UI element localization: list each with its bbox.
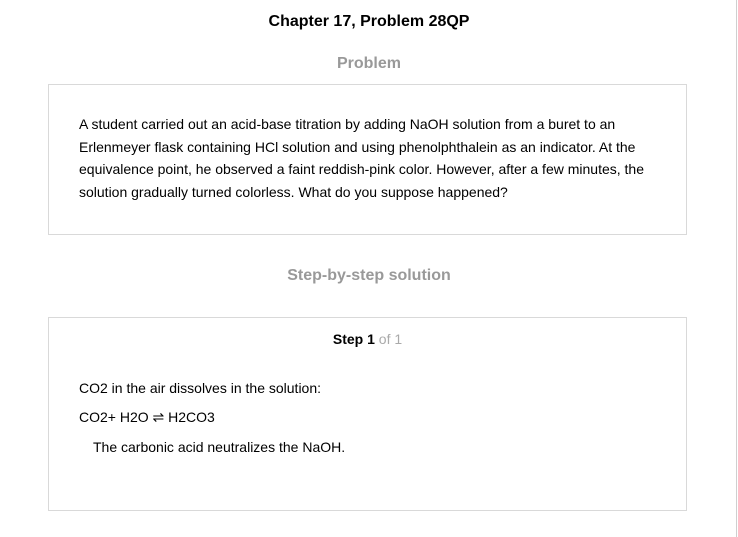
chemical-equation: CO2+ H2O ⇌ H2CO3 xyxy=(79,409,215,425)
step-number: 1 xyxy=(367,331,375,347)
problem-heading: Problem xyxy=(336,55,401,72)
page-title: Chapter 17, Problem 28QP xyxy=(268,13,470,30)
solution-line: The carbonic acid neutralizes the NaOH. xyxy=(93,439,346,455)
solution-line: CO2 in the air dissolves in the solution… xyxy=(79,380,322,396)
solution-step-box: Step 1 of 1 CO2 in the air dissolves in … xyxy=(48,317,687,511)
solution-heading: Step-by-step solution xyxy=(287,267,451,284)
problem-text: A student carried out an acid-base titra… xyxy=(79,116,644,200)
step-total: of 1 xyxy=(378,331,403,347)
problem-box: A student carried out an acid-base titra… xyxy=(48,84,687,235)
step-indicator: Step 1 of 1 xyxy=(49,331,686,347)
step-word: Step xyxy=(332,331,364,347)
page: Chapter 17, Problem 28QP Problem A stude… xyxy=(0,0,738,537)
